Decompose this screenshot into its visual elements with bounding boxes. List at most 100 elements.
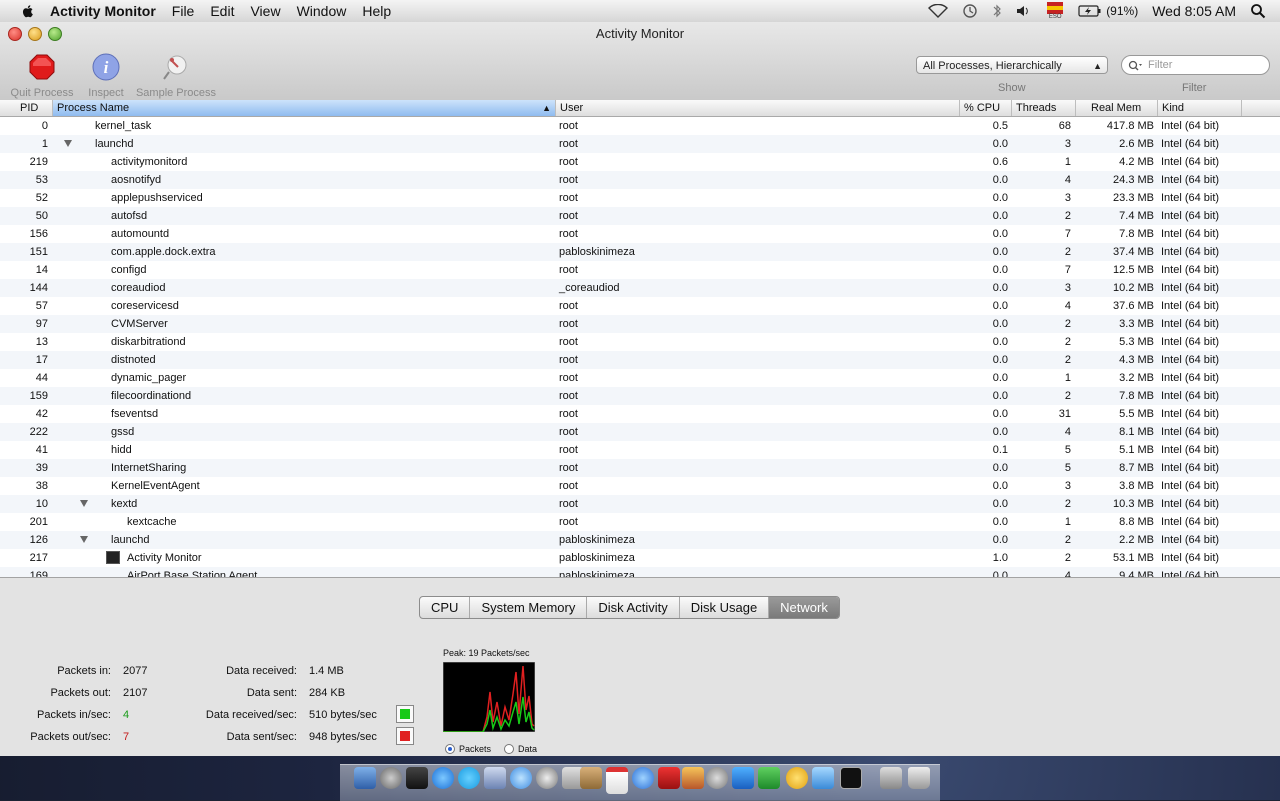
column-header-pid[interactable]: PID (0, 100, 53, 116)
data-radio[interactable]: Data (504, 744, 537, 754)
real-mem-cell: 37.6 MB (1113, 300, 1154, 312)
itunes-icon[interactable] (632, 767, 654, 789)
column-header-threads[interactable]: Threads (1012, 100, 1076, 116)
trash-icon[interactable] (908, 767, 930, 789)
battery-status[interactable]: (91%) (1078, 4, 1138, 18)
safari-icon[interactable] (510, 767, 532, 789)
calendar-icon[interactable] (606, 767, 628, 794)
table-row[interactable]: 13 diskarbitrationd root 0.0 2 5.3 MB Intel (6… (0, 333, 1280, 351)
table-row[interactable]: 222 gssd root 0.0 4 8.1 MB Intel (64 bit) (0, 423, 1280, 441)
table-row[interactable]: 126 launchd pabloskinimeza 0.0 2 2.2 MB Intel … (0, 531, 1280, 549)
user-cell: root (559, 264, 578, 276)
launchpad-icon[interactable] (380, 767, 402, 789)
table-row[interactable]: 1 launchd root 0.0 3 2.6 MB Intel (64 bit) (0, 135, 1280, 153)
app-store-icon[interactable] (432, 767, 454, 789)
table-row[interactable]: 52 applepushserviced root 0.0 3 23.3 MB Intel … (0, 189, 1280, 207)
cpu-cell: 0.0 (992, 516, 1008, 528)
table-row[interactable]: 201 kextcache root 0.0 1 8.8 MB Intel (64 bit) (0, 513, 1280, 531)
table-row[interactable]: 0 kernel_task root 0.5 68 417.8 MB Intel (64 b… (0, 117, 1280, 135)
table-row[interactable]: 44 dynamic_pager root 0.0 1 3.2 MB Intel (64 b… (0, 369, 1280, 387)
menubar-clock[interactable]: Wed 8:05 AM (1152, 3, 1236, 19)
system-preferences-icon[interactable] (706, 767, 728, 789)
disclosure-triangle-icon[interactable] (80, 500, 88, 507)
iphoto-icon[interactable] (682, 767, 704, 789)
column-header-cpu[interactable]: % CPU (960, 100, 1012, 116)
input-source-flag-icon[interactable]: ESO (1046, 2, 1064, 20)
table-row[interactable]: 38 KernelEventAgent root 0.0 3 3.8 MB Intel (6… (0, 477, 1280, 495)
process-name-cell: kernel_task (95, 120, 152, 132)
quit-process-button[interactable]: Quit Process (8, 52, 76, 99)
cpu-cell: 0.5 (992, 120, 1008, 132)
menu-view[interactable]: View (250, 3, 280, 19)
menu-file[interactable]: File (172, 3, 195, 19)
table-row[interactable]: 17 distnoted root 0.0 2 4.3 MB Intel (64 bit) (0, 351, 1280, 369)
column-header-user[interactable]: User (556, 100, 960, 116)
table-row[interactable]: 39 InternetSharing root 0.0 5 8.7 MB Intel (64… (0, 459, 1280, 477)
wifi-icon[interactable] (928, 4, 949, 18)
menu-edit[interactable]: Edit (210, 3, 234, 19)
process-name-cell: AirPort Base Station Agent (127, 570, 258, 577)
table-row[interactable]: 50 autofsd root 0.0 2 7.4 MB Intel (64 bit) (0, 207, 1280, 225)
quicktime-icon[interactable] (536, 767, 558, 789)
sent-color-swatch[interactable] (396, 727, 414, 745)
sample-process-button[interactable]: Sample Process (134, 52, 218, 99)
column-header-process-name[interactable]: Process Name ▲ (53, 100, 556, 116)
disclosure-triangle-icon[interactable] (64, 140, 72, 147)
pid-cell: 222 (29, 426, 48, 438)
disclosure-triangle-icon[interactable] (80, 536, 88, 543)
real-mem-cell: 53.1 MB (1113, 552, 1154, 564)
preview-icon[interactable] (484, 767, 506, 789)
table-row[interactable]: 53 aosnotifyd root 0.0 4 24.3 MB Intel (64 bit… (0, 171, 1280, 189)
received-color-swatch[interactable] (396, 705, 414, 723)
menu-help[interactable]: Help (362, 3, 391, 19)
table-row[interactable]: 10 kextd root 0.0 2 10.3 MB Intel (64 bit) (0, 495, 1280, 513)
process-table[interactable]: 0 kernel_task root 0.5 68 417.8 MB Intel (64 b… (0, 117, 1280, 577)
table-row[interactable]: 217 Activity Monitor pabloskinimeza 1.0 2 53.… (0, 549, 1280, 567)
menu-window[interactable]: Window (297, 3, 347, 19)
kind-cell: Intel (64 bit) (1161, 408, 1220, 420)
outlook-icon[interactable] (786, 767, 808, 789)
spotlight-icon[interactable] (1250, 3, 1266, 19)
skype-icon[interactable] (458, 767, 480, 789)
utility-icon[interactable] (812, 767, 834, 789)
inspect-button[interactable]: i Inspect (86, 52, 126, 99)
user-cell: pabloskinimeza (559, 552, 635, 564)
input-source-label: ESO (1048, 13, 1062, 20)
real-mem-cell: 8.7 MB (1119, 462, 1154, 474)
table-row[interactable]: 156 automountd root 0.0 7 7.8 MB Intel (64 bit… (0, 225, 1280, 243)
table-row[interactable]: 57 coreservicesd root 0.0 4 37.6 MB Intel (64 … (0, 297, 1280, 315)
word-icon[interactable] (732, 767, 754, 789)
table-row[interactable]: 169 AirPort Base Station Agent pabloskinim… (0, 567, 1280, 577)
tab-disk-usage[interactable]: Disk Usage (680, 597, 770, 618)
excel-icon[interactable] (758, 767, 780, 789)
table-row[interactable]: 144 coreaudiod _coreaudiod 0.0 3 10.2 MB Intel… (0, 279, 1280, 297)
table-row[interactable]: 151 com.apple.dock.extra pabloskinimeza 0.0… (0, 243, 1280, 261)
app-menu[interactable]: Activity Monitor (50, 3, 156, 19)
downloads-stack-icon[interactable] (880, 767, 902, 789)
tab-disk-activity[interactable]: Disk Activity (587, 597, 680, 618)
finder-icon[interactable] (354, 767, 376, 789)
table-row[interactable]: 42 fseventsd root 0.0 31 5.5 MB Intel (64 bit) (0, 405, 1280, 423)
notes-icon[interactable] (580, 767, 602, 789)
table-row[interactable]: 41 hidd root 0.1 5 5.1 MB Intel (64 bit) (0, 441, 1280, 459)
column-header-kind[interactable]: Kind (1158, 100, 1242, 116)
volume-icon[interactable] (1016, 4, 1032, 18)
mission-control-icon[interactable] (406, 767, 428, 789)
column-header-real-mem[interactable]: Real Mem (1076, 100, 1158, 116)
tab-system-memory[interactable]: System Memory (470, 597, 588, 618)
filter-search-field[interactable]: Filter (1121, 55, 1270, 75)
apple-menu-icon[interactable] (20, 3, 36, 19)
tab-network[interactable]: Network (769, 597, 839, 618)
tab-cpu[interactable]: CPU (420, 597, 471, 618)
bluetooth-icon[interactable] (992, 3, 1002, 19)
process-filter-select[interactable]: All Processes, Hierarchically ▲ (916, 56, 1108, 74)
table-row[interactable]: 159 filecoordinationd root 0.0 2 7.8 MB Intel … (0, 387, 1280, 405)
user-cell: root (559, 138, 578, 150)
packets-radio[interactable]: Packets (445, 744, 491, 754)
table-row[interactable]: 219 activitymonitord root 0.6 1 4.2 MB Intel (… (0, 153, 1280, 171)
time-machine-icon[interactable] (962, 3, 978, 19)
table-row[interactable]: 97 CVMServer root 0.0 2 3.3 MB Intel (64 bit) (0, 315, 1280, 333)
table-row[interactable]: 14 configd root 0.0 7 12.5 MB Intel (64 bit) (0, 261, 1280, 279)
photo-booth-icon[interactable] (658, 767, 680, 789)
activity-monitor-dock-icon[interactable] (840, 767, 862, 789)
